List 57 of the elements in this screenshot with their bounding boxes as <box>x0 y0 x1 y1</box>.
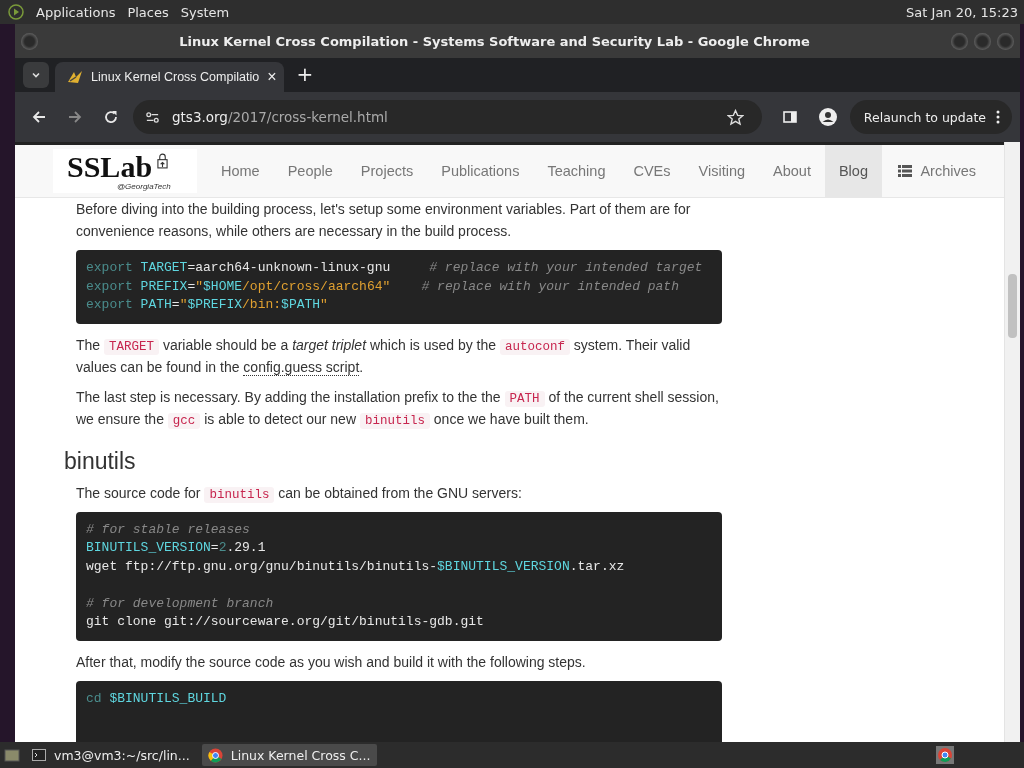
panel-menu[interactable]: System <box>180 4 230 20</box>
more-icon[interactable] <box>996 109 1000 125</box>
paragraph: The last step is necessary. By adding the installation prefix to the the PATH of the current shell session, we ensure the gcc is able to detect our new binutils once we have built them. <box>76 387 720 430</box>
nav-link[interactable]: About <box>759 145 825 197</box>
browser-tray-icon[interactable] <box>936 746 954 764</box>
code-line: export PATH="$PREFIX/bin:$PATH" <box>86 296 329 314</box>
terminal-icon <box>32 749 46 761</box>
code-line: # for stable releases <box>86 520 251 539</box>
scrollbar[interactable] <box>1004 142 1020 742</box>
nav-link[interactable]: Home <box>207 145 274 197</box>
window-title: Linux Kernel Cross Compilation - Systems Software and Security Lab - Google Chrome <box>178 33 811 49</box>
nav-link[interactable]: Publications <box>427 145 534 197</box>
code-line: cd $BINUTILS_BUILD <box>86 689 228 708</box>
code-line: wget ftp://ftp.gnu.org/gnu/binutils/binutils-$BINUTILS_VERSION.tar.xz <box>86 557 626 576</box>
tab-close-button[interactable]: × <box>267 68 277 86</box>
profile-icon[interactable] <box>817 107 838 127</box>
code-line: export PREFIX="$HOME/opt/cross/aarch64" # replace with your intended path <box>86 277 680 296</box>
browser-tab[interactable]: Linux Kernel Cross Compilatio × <box>55 62 285 92</box>
caret-icon <box>31 70 41 80</box>
side-panel-icon[interactable] <box>781 109 798 125</box>
code-line: export TARGET=aarch64-unknown-linux-gnu # replace with your intended target <box>86 259 704 277</box>
relaunch-button[interactable]: Relaunch to update <box>849 100 1012 134</box>
url-text: gts3.org/2017/cross-kernel.html <box>172 109 388 125</box>
nav-link[interactable]: Blog <box>824 145 882 197</box>
paragraph: Before diving into the building process, let's setup some environment variables. Part of them are for convenience reasons, while others are necessary in the build process. <box>76 200 692 241</box>
clock[interactable]: Sat Jan 20, 15:23 <box>906 4 1018 20</box>
code-line: git clone git://sourceware.org/git/binutils-gdb.git <box>86 613 485 631</box>
show-desktop-icon[interactable] <box>4 748 20 762</box>
nav-link[interactable]: Teaching <box>533 145 620 197</box>
new-tab-button[interactable]: + <box>296 62 314 86</box>
tab-title: Linux Kernel Cross Compilatio <box>91 70 260 84</box>
panel-menu[interactable]: Places <box>127 4 169 20</box>
nav-link[interactable]: CVEs <box>619 145 685 197</box>
nav-link[interactable]: People <box>273 145 347 197</box>
nav-link[interactable]: Visiting <box>684 145 760 197</box>
archives-link[interactable]: Archives <box>906 145 990 197</box>
back-icon[interactable] <box>31 109 47 125</box>
paragraph: The TARGET variable should be a target triplet which is used by the autoconf system. Their valid values can be found in the config.guess script. <box>76 335 692 378</box>
section-heading: binutils <box>64 449 137 472</box>
taskbar-button[interactable]: vm3@vm3:~/src/lin... <box>26 744 196 766</box>
list-icon[interactable] <box>898 165 913 177</box>
site-logo[interactable]: SSLab @GeorgiaTech <box>53 149 197 193</box>
browser-icon <box>207 747 223 763</box>
tab-list-button[interactable] <box>23 62 49 88</box>
site-info-icon[interactable] <box>145 109 160 125</box>
code-line: # for development branch <box>86 594 275 613</box>
code-line: BINUTILS_VERSION=2.29.1 <box>86 539 267 557</box>
reload-icon[interactable] <box>103 109 119 125</box>
paragraph: The source code for binutils can be obtained from the GNU servers: <box>76 483 523 504</box>
logo-icon[interactable] <box>8 4 24 20</box>
taskbar-button[interactable]: Linux Kernel Cross C... <box>201 744 377 766</box>
paragraph: After that, modify the source code as you wish and build it with the following steps. <box>76 652 587 672</box>
address-bar[interactable]: gts3.org/2017/cross-kernel.html <box>133 100 762 134</box>
panel-menu[interactable]: Applications <box>36 4 116 20</box>
forward-icon[interactable] <box>67 109 83 125</box>
bookmark-star-icon[interactable] <box>726 108 744 126</box>
nav-link[interactable]: Projects <box>346 145 428 197</box>
